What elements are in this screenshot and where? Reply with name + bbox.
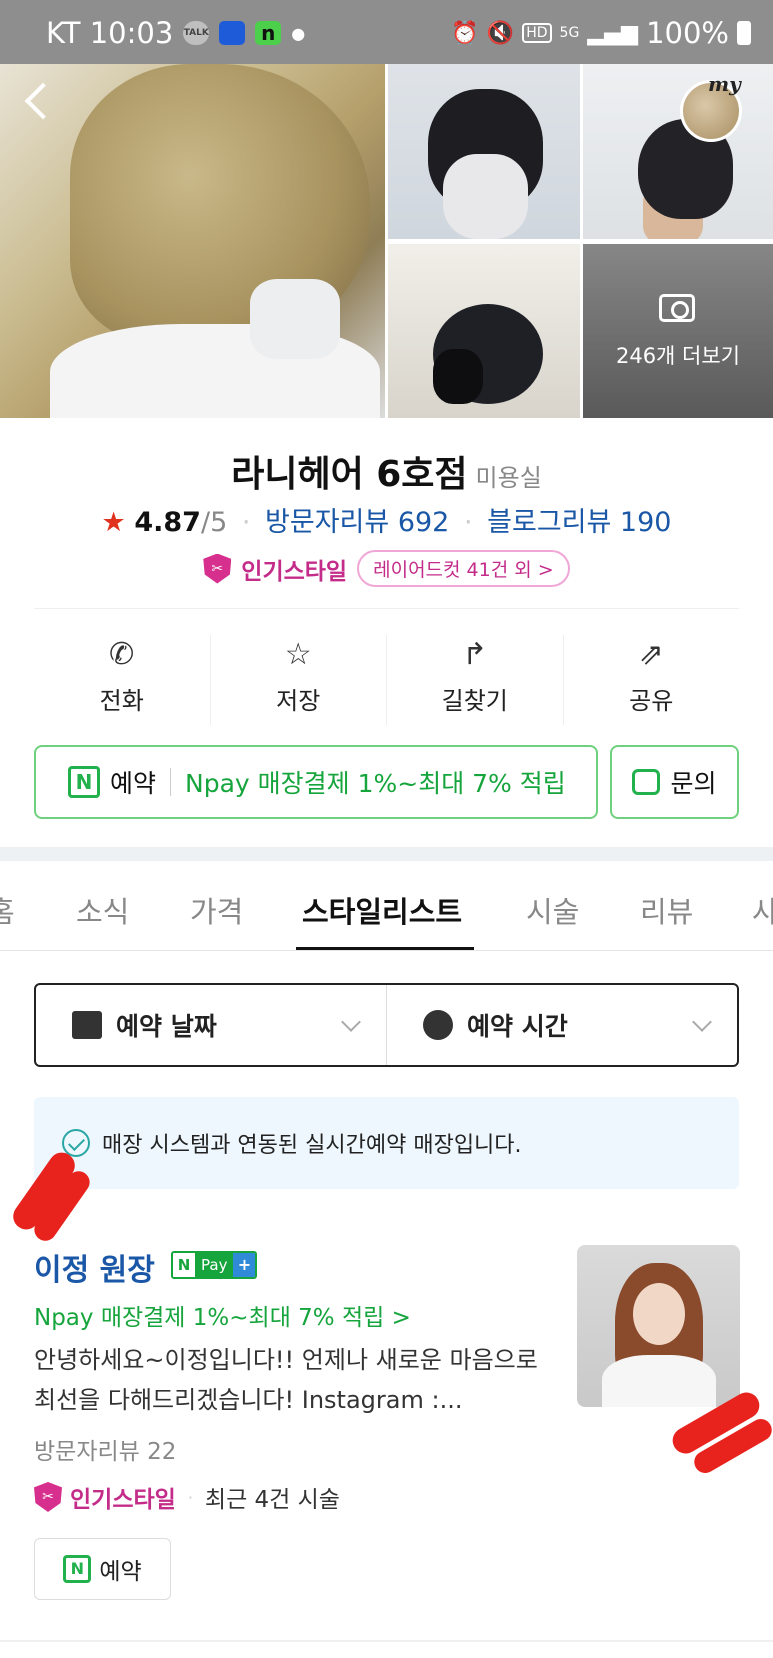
carrier-time: KT 10:03	[46, 16, 174, 50]
notice-text: 매장 시스템과 연동된 실시간예약 매장입니다.	[102, 1133, 522, 1158]
status-bar: KT 10:03 TALK n ● ⏰ 🔇 HD 5G ▂▄▆ 100%	[0, 0, 773, 64]
shop-category: 미용실	[475, 464, 542, 492]
kakaotalk-icon: TALK	[183, 21, 210, 45]
naver-app-icon: n	[255, 21, 282, 45]
scissors-shield-icon: ✂	[203, 553, 232, 584]
network-icon: 5G	[559, 25, 580, 41]
tab-price[interactable]: 가격	[190, 889, 243, 931]
realtime-booking-notice: 매장 시스템과 연동된 실시간예약 매장입니다.	[34, 1097, 739, 1189]
npay-reward-text: Npay 매장결제 1%~최대 7% 적립	[185, 769, 566, 798]
mute-icon: 🔇	[486, 20, 515, 46]
main-photo[interactable]	[0, 64, 385, 418]
share-label: 공유	[629, 687, 674, 715]
chat-icon	[632, 769, 661, 795]
popular-style-label: 인기스타일	[241, 558, 348, 585]
badge-plus: +	[233, 1253, 256, 1277]
phone-icon: ✆	[109, 637, 135, 672]
tab-bar: 홈 소식 가격 스타일리스트 시술 리뷰 사	[0, 861, 773, 951]
directions-icon: ↱	[462, 637, 488, 672]
signal-icon: ▂▄▆	[587, 20, 639, 46]
more-photos-button[interactable]: 246개 더보기	[583, 244, 773, 418]
tab-home[interactable]: 홈	[0, 889, 15, 931]
rating-max: /5	[200, 507, 228, 538]
npay-plus-badge: N Pay +	[171, 1251, 258, 1279]
clock-icon	[423, 1010, 453, 1040]
share-icon: ⇗	[638, 637, 664, 672]
photo-gallery[interactable]: 246개 더보기	[0, 64, 773, 418]
dot-icon: ●	[291, 23, 306, 43]
stylist-reserve-label: 예약	[99, 1559, 142, 1585]
stylist-description: 안녕하세요~이정입니다!! 언제나 새로운 마음으로 최선을 다해드리겠습니다!…	[34, 1346, 538, 1414]
directions-label: 길찾기	[441, 687, 508, 715]
hd-icon: HD	[522, 23, 552, 43]
shop-header: 라니헤어 6호점 미용실	[0, 445, 773, 497]
scissors-shield-icon: ✂	[34, 1482, 62, 1512]
star-icon: ★	[101, 507, 126, 538]
date-selector-label: 예약 날짜	[116, 1012, 217, 1041]
call-button[interactable]: ✆ 전화	[34, 635, 210, 725]
divider	[0, 1640, 773, 1642]
tab-review[interactable]: 리뷰	[640, 889, 693, 931]
app-notification-icon	[219, 21, 246, 45]
camera-icon	[659, 294, 695, 322]
divider	[34, 608, 739, 609]
star-outline-icon: ☆	[284, 637, 312, 672]
share-button[interactable]: ⇗ 공유	[562, 635, 740, 725]
stylist-npay-link[interactable]: Npay 매장결제 1%~최대 7% 적립 >	[34, 1298, 411, 1332]
directions-button[interactable]: ↱ 길찾기	[386, 635, 563, 725]
inquiry-label: 문의	[670, 769, 717, 798]
stylist-name[interactable]: 이정 원장	[34, 1245, 155, 1289]
shop-name: 라니헤어 6호점	[231, 454, 468, 495]
chevron-down-icon	[692, 1012, 712, 1032]
recent-treatments: 최근 4건 시술	[204, 1487, 340, 1513]
badge-pay: Pay	[195, 1253, 234, 1277]
alarm-icon: ⏰	[451, 20, 479, 46]
save-button[interactable]: ☆ 저장	[209, 635, 387, 725]
my-label: my	[708, 72, 741, 96]
gallery-photo-3[interactable]	[583, 64, 773, 239]
reserve-button[interactable]: N 예약 Npay 매장결제 1%~최대 7% 적립	[34, 745, 598, 819]
tab-news[interactable]: 소식	[76, 889, 129, 931]
time-selector-label: 예약 시간	[467, 1012, 568, 1041]
gallery-photo-2[interactable]	[388, 64, 580, 239]
visitor-reviews-link[interactable]: 방문자리뷰 692	[265, 507, 449, 538]
reserve-label: 예약	[110, 769, 157, 798]
active-tab-indicator	[296, 947, 474, 950]
date-selector[interactable]: 예약 날짜	[36, 985, 386, 1065]
more-photos-label: 246개 더보기	[615, 344, 741, 368]
rating-row: ★ 4.87/5 · 방문자리뷰 692 · 블로그리뷰 190	[101, 507, 672, 538]
inquiry-button[interactable]: 문의	[610, 745, 739, 819]
blog-reviews-link[interactable]: 블로그리뷰 190	[487, 507, 671, 538]
stylist-review-count[interactable]: 방문자리뷰 22	[34, 1432, 176, 1466]
badge-n: N	[173, 1253, 195, 1277]
naver-booking-icon: N	[63, 1555, 92, 1583]
chevron-down-icon	[341, 1012, 361, 1032]
calendar-icon	[72, 1011, 102, 1039]
tab-treatment[interactable]: 시술	[526, 889, 579, 931]
save-label: 저장	[276, 687, 321, 715]
battery-icon	[737, 21, 751, 45]
naver-booking-icon: N	[68, 766, 100, 798]
gallery-photo-4[interactable]	[388, 244, 580, 418]
booking-filter: 예약 날짜 예약 시간	[34, 983, 739, 1067]
popular-style-row: ✂ 인기스타일 레이어드컷 41건 외 >	[0, 550, 773, 587]
popular-style-label: 인기스타일	[70, 1487, 176, 1513]
tab-photo[interactable]: 사	[752, 889, 773, 931]
rating-score: 4.87	[134, 507, 201, 538]
section-separator	[0, 847, 773, 861]
popular-style-chip[interactable]: 레이어드컷 41건 외 >	[357, 550, 570, 587]
stylist-photo[interactable]	[577, 1245, 740, 1407]
call-label: 전화	[99, 687, 144, 715]
stylist-reserve-button[interactable]: N 예약	[34, 1538, 171, 1600]
action-bar: ✆ 전화 ☆ 저장 ↱ 길찾기 ⇗ 공유	[34, 635, 739, 725]
stylist-popular-row: ✂ 인기스타일 · 최근 4건 시술	[34, 1480, 340, 1514]
time-selector[interactable]: 예약 시간	[386, 985, 737, 1065]
tab-stylist[interactable]: 스타일리스트	[302, 889, 462, 931]
battery-percent: 100%	[646, 16, 729, 50]
